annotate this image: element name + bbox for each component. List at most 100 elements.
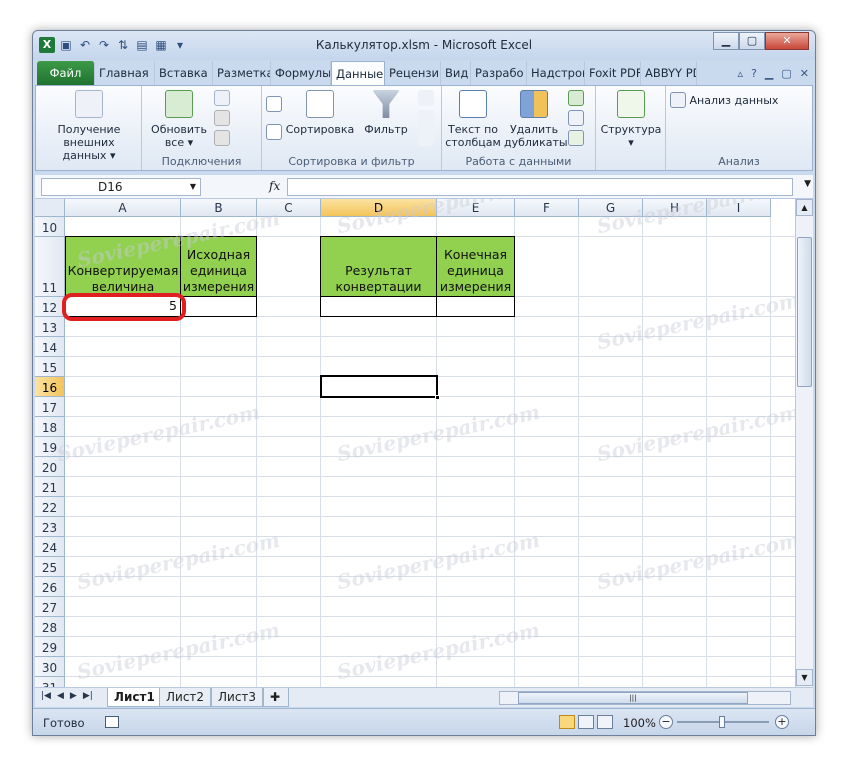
normal-view-icon[interactable] xyxy=(559,715,575,729)
data-validation-icon[interactable] xyxy=(568,90,584,106)
zoom-out-icon[interactable]: − xyxy=(659,715,673,729)
tab-page-layout[interactable]: Разметка xyxy=(213,61,271,85)
reapply-icon[interactable] xyxy=(418,110,434,126)
column-header-b[interactable]: B xyxy=(181,199,257,217)
advanced-filter-icon[interactable] xyxy=(418,130,434,146)
tab-view[interactable]: Вид xyxy=(441,61,471,85)
last-sheet-icon[interactable]: ▶| xyxy=(83,691,93,701)
worksheet-grid[interactable]: A B C D E F G H I 10 11 12 13 14 15 16 1… xyxy=(35,199,795,687)
remove-duplicates-button[interactable]: Удалить дубликаты xyxy=(504,90,568,149)
page-layout-view-icon[interactable] xyxy=(578,715,594,729)
row-header-10[interactable]: 10 xyxy=(35,217,65,237)
tab-home[interactable]: Главная xyxy=(95,61,155,85)
close-icon[interactable]: ✕ xyxy=(765,32,809,50)
row-header-26[interactable]: 26 xyxy=(35,577,65,597)
consolidate-icon[interactable] xyxy=(568,110,584,126)
row-header-30[interactable]: 30 xyxy=(35,657,65,677)
maximize-icon[interactable]: ▢ xyxy=(739,32,765,50)
text-to-columns-button[interactable]: Текст по столбцам xyxy=(444,90,502,149)
row-header-13[interactable]: 13 xyxy=(35,317,65,337)
sheet-tab-1[interactable]: Лист1 xyxy=(107,688,162,707)
row-header-11[interactable]: 11 xyxy=(35,237,65,297)
zoom-slider-knob[interactable] xyxy=(719,716,725,728)
next-sheet-icon[interactable]: ▶ xyxy=(70,691,77,701)
column-header-c[interactable]: C xyxy=(257,199,321,217)
cell-b12[interactable] xyxy=(180,296,257,317)
zoom-in-icon[interactable]: + xyxy=(775,715,789,729)
select-all-corner[interactable] xyxy=(35,199,65,217)
macro-record-icon[interactable] xyxy=(105,716,119,728)
cell-e12[interactable] xyxy=(436,296,515,317)
tab-data[interactable]: Данные xyxy=(331,61,385,85)
column-header-e[interactable]: E xyxy=(437,199,515,217)
tab-abbyy-pdf[interactable]: ABBYY PD xyxy=(641,61,697,85)
selected-cell-d16[interactable] xyxy=(320,375,440,400)
formula-input[interactable] xyxy=(287,178,793,196)
window-close-icon[interactable]: ✕ xyxy=(800,67,809,80)
scroll-down-icon[interactable]: ▼ xyxy=(796,669,813,686)
row-header-18[interactable]: 18 xyxy=(35,417,65,437)
fill-handle[interactable] xyxy=(435,395,440,400)
expand-formula-icon[interactable]: ▼ xyxy=(804,179,811,189)
row-header-23[interactable]: 23 xyxy=(35,517,65,537)
row-header-22[interactable]: 22 xyxy=(35,497,65,517)
help-icon[interactable]: ? xyxy=(751,67,757,80)
column-header-h[interactable]: H xyxy=(643,199,707,217)
sort-button[interactable]: Сортировка xyxy=(284,90,356,136)
column-header-f[interactable]: F xyxy=(515,199,579,217)
row-header-19[interactable]: 19 xyxy=(35,437,65,457)
row-header-29[interactable]: 29 xyxy=(35,637,65,657)
scroll-up-icon[interactable]: ▲ xyxy=(796,199,813,216)
row-header-16[interactable]: 16 xyxy=(35,377,65,397)
minimize-icon[interactable]: ▁ xyxy=(713,32,739,50)
row-header-28[interactable]: 28 xyxy=(35,617,65,637)
cell-d11[interactable]: Результат конвертации xyxy=(320,236,437,297)
row-header-15[interactable]: 15 xyxy=(35,357,65,377)
column-header-d[interactable]: D xyxy=(321,199,437,217)
name-box[interactable]: D16 ▼ xyxy=(41,178,201,196)
horizontal-scrollbar[interactable]: ||| xyxy=(499,691,791,705)
horizontal-scroll-thumb[interactable]: ||| xyxy=(518,692,748,704)
row-header-20[interactable]: 20 xyxy=(35,457,65,477)
first-sheet-icon[interactable]: |◀ xyxy=(41,691,51,701)
row-header-12[interactable]: 12 xyxy=(35,297,65,317)
row-header-25[interactable]: 25 xyxy=(35,557,65,577)
data-analysis-button[interactable]: Анализ данных xyxy=(670,92,810,110)
name-box-dropdown-icon[interactable]: ▼ xyxy=(190,179,196,195)
sort-za-icon[interactable] xyxy=(266,124,282,140)
cell-d12[interactable] xyxy=(320,296,437,317)
vertical-scroll-thumb[interactable] xyxy=(797,237,812,387)
tab-review[interactable]: Рецензи xyxy=(385,61,441,85)
tab-developer[interactable]: Разрабо xyxy=(471,61,527,85)
sheet-tab-3[interactable]: Лист3 xyxy=(211,688,264,707)
column-header-i[interactable]: I xyxy=(707,199,771,217)
vertical-scrollbar[interactable]: ▲ ▼ xyxy=(795,199,813,687)
cell-e11[interactable]: Конечная единица измерения xyxy=(436,236,515,297)
tab-foxit-pdf[interactable]: Foxit PDF xyxy=(585,61,641,85)
get-external-data-button[interactable]: Получение внешних данных ▾ xyxy=(40,90,138,162)
tab-formulas[interactable]: Формулы xyxy=(271,61,331,85)
outline-button[interactable]: Структура ▾ xyxy=(598,90,664,149)
tab-addins[interactable]: Надстрой xyxy=(527,61,585,85)
window-restore-icon[interactable]: ▢ xyxy=(781,67,791,80)
tab-insert[interactable]: Вставка xyxy=(155,61,213,85)
column-header-g[interactable]: G xyxy=(579,199,643,217)
column-header-a[interactable]: A xyxy=(65,199,181,217)
what-if-icon[interactable] xyxy=(568,130,584,146)
tab-file[interactable]: Файл xyxy=(37,61,95,85)
filter-button[interactable]: Фильтр xyxy=(358,90,414,136)
zoom-level[interactable]: 100% xyxy=(623,716,656,730)
row-header-21[interactable]: 21 xyxy=(35,477,65,497)
prev-sheet-icon[interactable]: ◀ xyxy=(57,691,64,701)
row-header-24[interactable]: 24 xyxy=(35,537,65,557)
cell-a11[interactable]: Конвертируемая величина xyxy=(65,236,181,297)
row-header-17[interactable]: 17 xyxy=(35,397,65,417)
collapse-ribbon-icon[interactable]: ▵ xyxy=(738,67,744,80)
edit-links-icon[interactable] xyxy=(214,130,230,146)
refresh-all-button[interactable]: Обновить все ▾ xyxy=(146,90,212,149)
sort-az-icon[interactable] xyxy=(266,96,282,112)
row-header-31[interactable]: 31 xyxy=(35,677,65,687)
connections-icon[interactable] xyxy=(214,90,230,106)
properties-icon[interactable] xyxy=(214,110,230,126)
row-header-27[interactable]: 27 xyxy=(35,597,65,617)
